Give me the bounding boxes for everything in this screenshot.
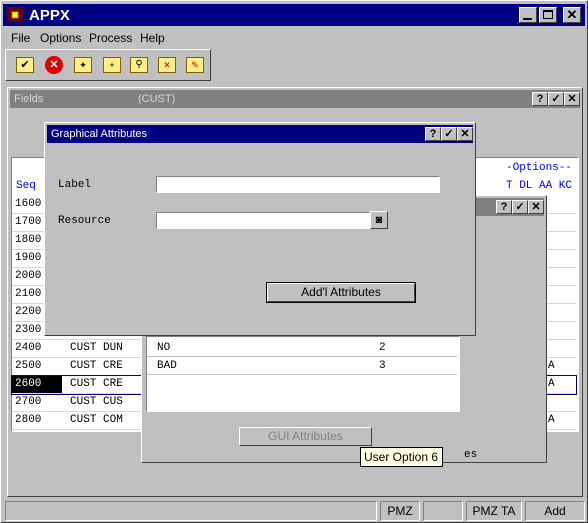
list-item-value: 2 [379, 342, 386, 354]
graphical-attributes-dialog: Graphical Attributes ? ✓ ✕ Label Resourc… [44, 122, 476, 336]
dialog-help-button[interactable]: ? [425, 127, 441, 141]
folder-delete-icon[interactable]: ✕ [158, 57, 176, 73]
middle-ok-button[interactable]: ✓ [512, 200, 528, 214]
resource-input[interactable] [156, 212, 370, 229]
fields-subtitle: (CUST) [138, 93, 176, 105]
fields-title-bar[interactable]: Fields (CUST) ? ✓ ✕ [10, 90, 580, 108]
folder-edit-icon[interactable]: ✎ [186, 57, 204, 73]
resource-caption: Resource [58, 215, 111, 227]
options-subheader: T DL AA KC [506, 180, 573, 192]
list-item[interactable]: BAD 3 [147, 357, 457, 375]
status-pane-user: PMZ [380, 501, 420, 521]
dialog-ok-button[interactable]: ✓ [441, 127, 457, 141]
list-item[interactable]: NO 2 [147, 339, 457, 357]
addl-attributes-label: Add'l Attributes [301, 285, 381, 299]
minimize-button[interactable] [519, 7, 537, 23]
binoculars-icon: ◙ [375, 214, 383, 226]
dialog-close-button[interactable]: ✕ [457, 127, 473, 141]
row-name: CUST COM [70, 414, 123, 426]
app-window: ▣ APPX ✕ File Options Process Help ✔ ✕ ✦… [0, 0, 588, 523]
list-item-value: 3 [379, 360, 386, 372]
search-icon[interactable]: ⚲ [130, 57, 148, 73]
menu-options[interactable]: Options [40, 31, 81, 45]
tooltip-text: User Option 6 [364, 450, 439, 464]
row-seq: 2700 [15, 396, 42, 408]
row-flag: A [548, 360, 555, 372]
row-seq: 2800 [15, 414, 42, 426]
row-name: CUST CUS [70, 396, 123, 408]
resource-browse-button[interactable]: ◙ [370, 211, 388, 229]
toolbar: ✔ ✕ ✦ + ⚲ ✕ ✎ [5, 49, 211, 81]
close-icon: ✕ [566, 7, 578, 22]
fields-title: Fields [14, 93, 44, 105]
maximize-button[interactable] [539, 7, 557, 23]
gui-attributes-button: GUI Attributes [239, 427, 372, 446]
close-button[interactable]: ✕ [563, 7, 581, 23]
row-seq: 2500 [15, 360, 42, 372]
dialog-title: Graphical Attributes [51, 128, 147, 140]
appx-logo-icon: ▣ [7, 7, 23, 22]
new-record-icon[interactable]: ✦ [74, 57, 92, 73]
app-title: APPX [29, 7, 70, 24]
menu-bar: File Options Process Help [3, 28, 585, 48]
label-input[interactable] [156, 176, 440, 193]
options-column-header: -Options-- [506, 162, 573, 174]
dialog-title-bar[interactable]: Graphical Attributes ? ✓ ✕ [47, 125, 473, 143]
maximize-icon [543, 10, 553, 19]
app-title-bar[interactable]: ▣ APPX ✕ [3, 4, 585, 26]
gui-attributes-label: GUI Attributes [268, 429, 343, 443]
seq-column-header: Seq [16, 180, 36, 192]
status-pane-app: PMZ TA [466, 501, 522, 521]
fields-close-button[interactable]: ✕ [564, 92, 580, 106]
tooltip: User Option 6 [360, 447, 443, 467]
minimize-icon [523, 18, 532, 20]
cancel-icon[interactable]: ✕ [45, 56, 63, 74]
status-pane-mode: Add [525, 501, 585, 521]
middle-list: NO 2 BAD 3 [146, 336, 460, 412]
row-seq: 2400 [15, 342, 42, 354]
menu-process[interactable]: Process [89, 31, 132, 45]
menu-file[interactable]: File [11, 31, 30, 45]
row-seq: 2600 [12, 376, 62, 393]
folder-add-icon[interactable]: + [103, 57, 121, 73]
list-item-label: NO [157, 342, 171, 354]
label-caption: Label [58, 179, 92, 191]
row-name: CUST CRE [70, 378, 123, 390]
fields-help-button[interactable]: ? [532, 92, 548, 106]
middle-help-button[interactable]: ? [496, 200, 512, 214]
check-icon[interactable]: ✔ [16, 57, 34, 73]
status-pane-blank [423, 501, 463, 521]
status-bar: PMZ PMZ TA Add [3, 500, 587, 522]
row-flag: A [548, 414, 555, 426]
trailing-text: es [464, 449, 478, 461]
menu-help[interactable]: Help [140, 31, 165, 45]
fields-ok-button[interactable]: ✓ [548, 92, 564, 106]
addl-attributes-button[interactable]: Add'l Attributes [266, 282, 416, 303]
status-pane-main [5, 501, 377, 521]
middle-close-button[interactable]: ✕ [528, 200, 544, 214]
row-name: CUST CRE [70, 360, 123, 372]
row-name: CUST DUN [70, 342, 123, 354]
list-item-label: BAD [157, 360, 177, 372]
row-flag: A [548, 378, 555, 390]
